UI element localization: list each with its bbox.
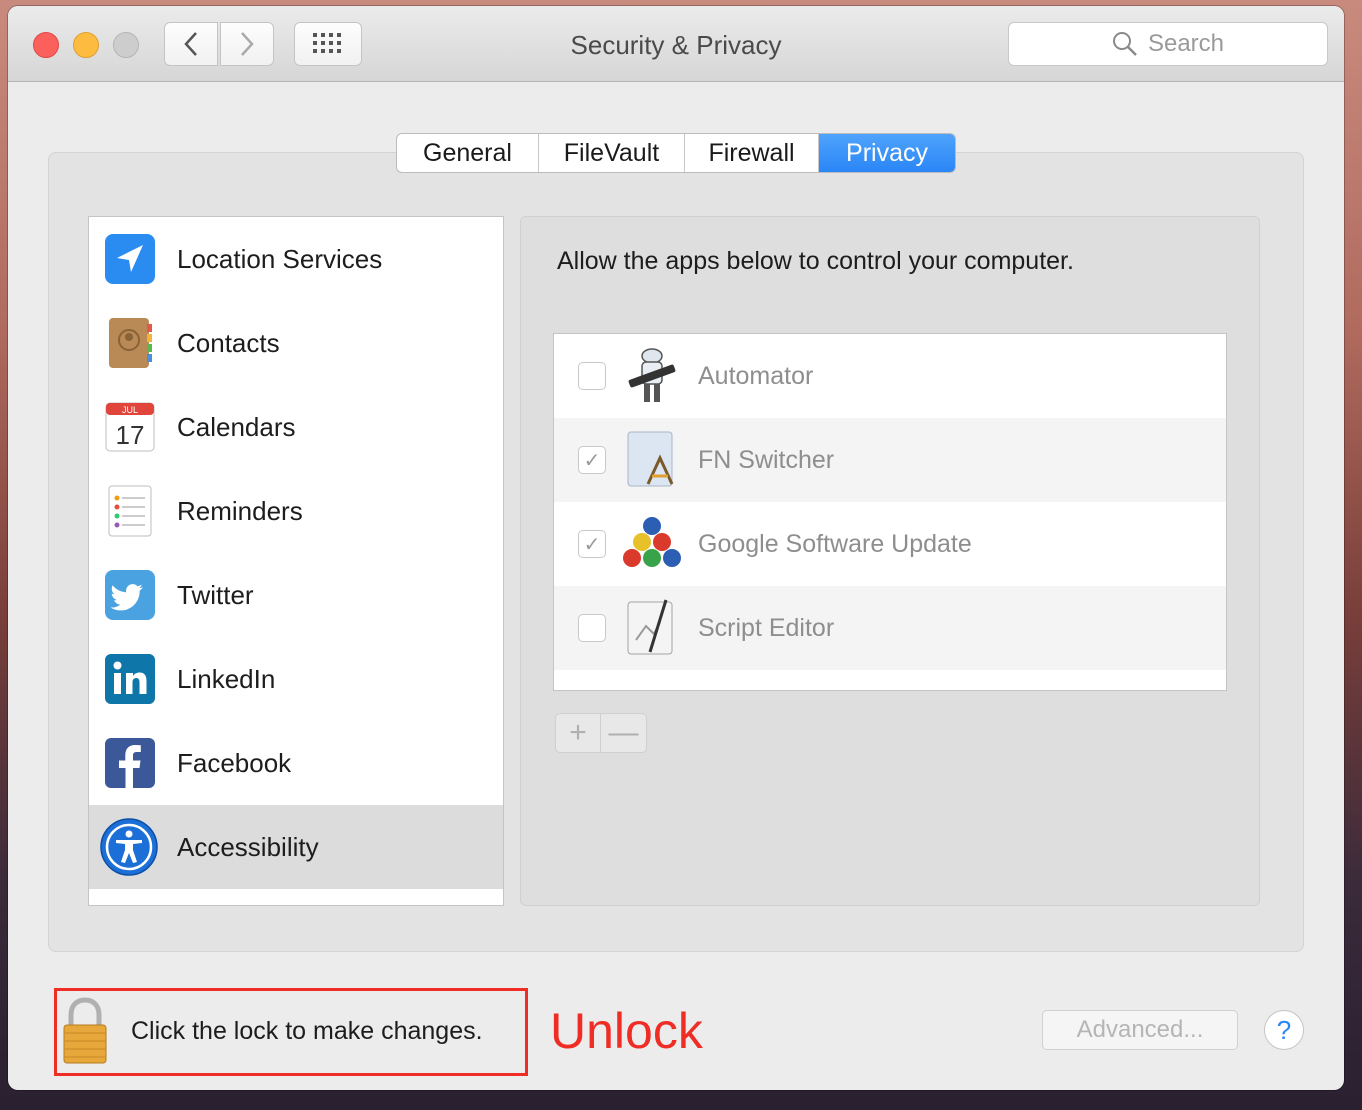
list-item-script-editor[interactable]: Script Editor [554, 586, 1226, 670]
fn-switcher-app-icon [627, 431, 674, 487]
security-privacy-window: Security & Privacy Search General FileVa… [8, 6, 1344, 1090]
sidebar-item-label: LinkedIn [177, 663, 276, 694]
sidebar-item-label: Location Services [177, 243, 383, 274]
add-remove-control: + — [555, 713, 647, 753]
sidebar-item-label: Reminders [177, 495, 303, 526]
sidebar-item-linkedin[interactable]: LinkedIn [89, 637, 503, 721]
app-checkbox[interactable] [578, 614, 606, 642]
location-arrow-icon [105, 234, 155, 284]
app-name: Automator [698, 361, 814, 390]
sidebar-item-twitter[interactable]: Twitter [89, 553, 503, 637]
linkedin-icon [105, 654, 155, 704]
automator-robot-icon [628, 348, 676, 402]
reminders-icon [108, 485, 152, 537]
app-checkbox[interactable]: ✓ [578, 530, 606, 558]
app-name: Google Software Update [698, 529, 972, 558]
sidebar-item-location-services[interactable]: Location Services [89, 217, 503, 301]
unlock-annotation: Unlock [550, 1003, 703, 1059]
tab-bar: General FileVault Firewall Privacy [396, 133, 956, 173]
tab-filevault[interactable]: FileVault [539, 134, 685, 172]
tab-firewall[interactable]: Firewall [685, 134, 819, 172]
sidebar-item-label: Twitter [177, 579, 254, 610]
app-checkbox[interactable]: ✓ [578, 446, 606, 474]
privacy-category-list[interactable]: Location Services Contacts JUL 17 Calend… [88, 216, 504, 906]
sidebar-item-label: Accessibility [177, 831, 319, 862]
allowed-apps-list[interactable]: Automator ✓ FN Switcher ✓ Google Softwar… [553, 333, 1227, 691]
sidebar-item-reminders[interactable]: Reminders [89, 469, 503, 553]
sidebar-item-contacts[interactable]: Contacts [89, 301, 503, 385]
search-placeholder: Search [1147, 30, 1225, 57]
app-name: Script Editor [698, 613, 835, 642]
list-item-automator[interactable]: Automator [554, 334, 1226, 418]
contacts-book-icon [109, 318, 152, 368]
search-icon [1112, 32, 1137, 56]
lock-icon[interactable] [61, 997, 109, 1067]
lock-instruction-text: Click the lock to make changes. [131, 1017, 483, 1045]
panel-description: Allow the apps below to control your com… [557, 247, 1074, 275]
google-software-update-icon [623, 517, 681, 567]
calendar-day-text: 17 [116, 420, 145, 450]
app-checkbox[interactable] [578, 362, 606, 390]
calendar-month-text: JUL [122, 405, 138, 415]
sidebar-item-label: Contacts [177, 327, 280, 358]
list-item-google-software-update[interactable]: ✓ Google Software Update [554, 502, 1226, 586]
sidebar-item-label: Calendars [177, 411, 296, 442]
list-item-fn-switcher[interactable]: ✓ FN Switcher [554, 418, 1226, 502]
lock-highlight-box: Click the lock to make changes. [54, 988, 528, 1076]
advanced-button[interactable]: Advanced... [1042, 1010, 1238, 1050]
title-bar: Security & Privacy Search [8, 6, 1344, 82]
app-name: FN Switcher [698, 445, 835, 474]
remove-app-button[interactable]: — [601, 714, 646, 752]
script-editor-icon [627, 599, 673, 655]
twitter-bird-icon [105, 570, 155, 620]
add-app-button[interactable]: + [556, 714, 602, 752]
sidebar-item-accessibility[interactable]: Accessibility [89, 805, 503, 889]
sidebar-item-facebook[interactable]: Facebook [89, 721, 503, 805]
sidebar-item-label: Facebook [177, 747, 292, 778]
help-button[interactable]: ? [1264, 1010, 1304, 1050]
search-field[interactable]: Search [1008, 22, 1328, 66]
accessibility-panel: Allow the apps below to control your com… [520, 216, 1260, 906]
calendar-icon: JUL 17 [105, 402, 155, 452]
sidebar-item-calendars[interactable]: JUL 17 Calendars [89, 385, 503, 469]
accessibility-icon [100, 818, 158, 876]
facebook-icon [105, 738, 155, 788]
tab-general[interactable]: General [397, 134, 539, 172]
tab-privacy[interactable]: Privacy [819, 134, 955, 172]
